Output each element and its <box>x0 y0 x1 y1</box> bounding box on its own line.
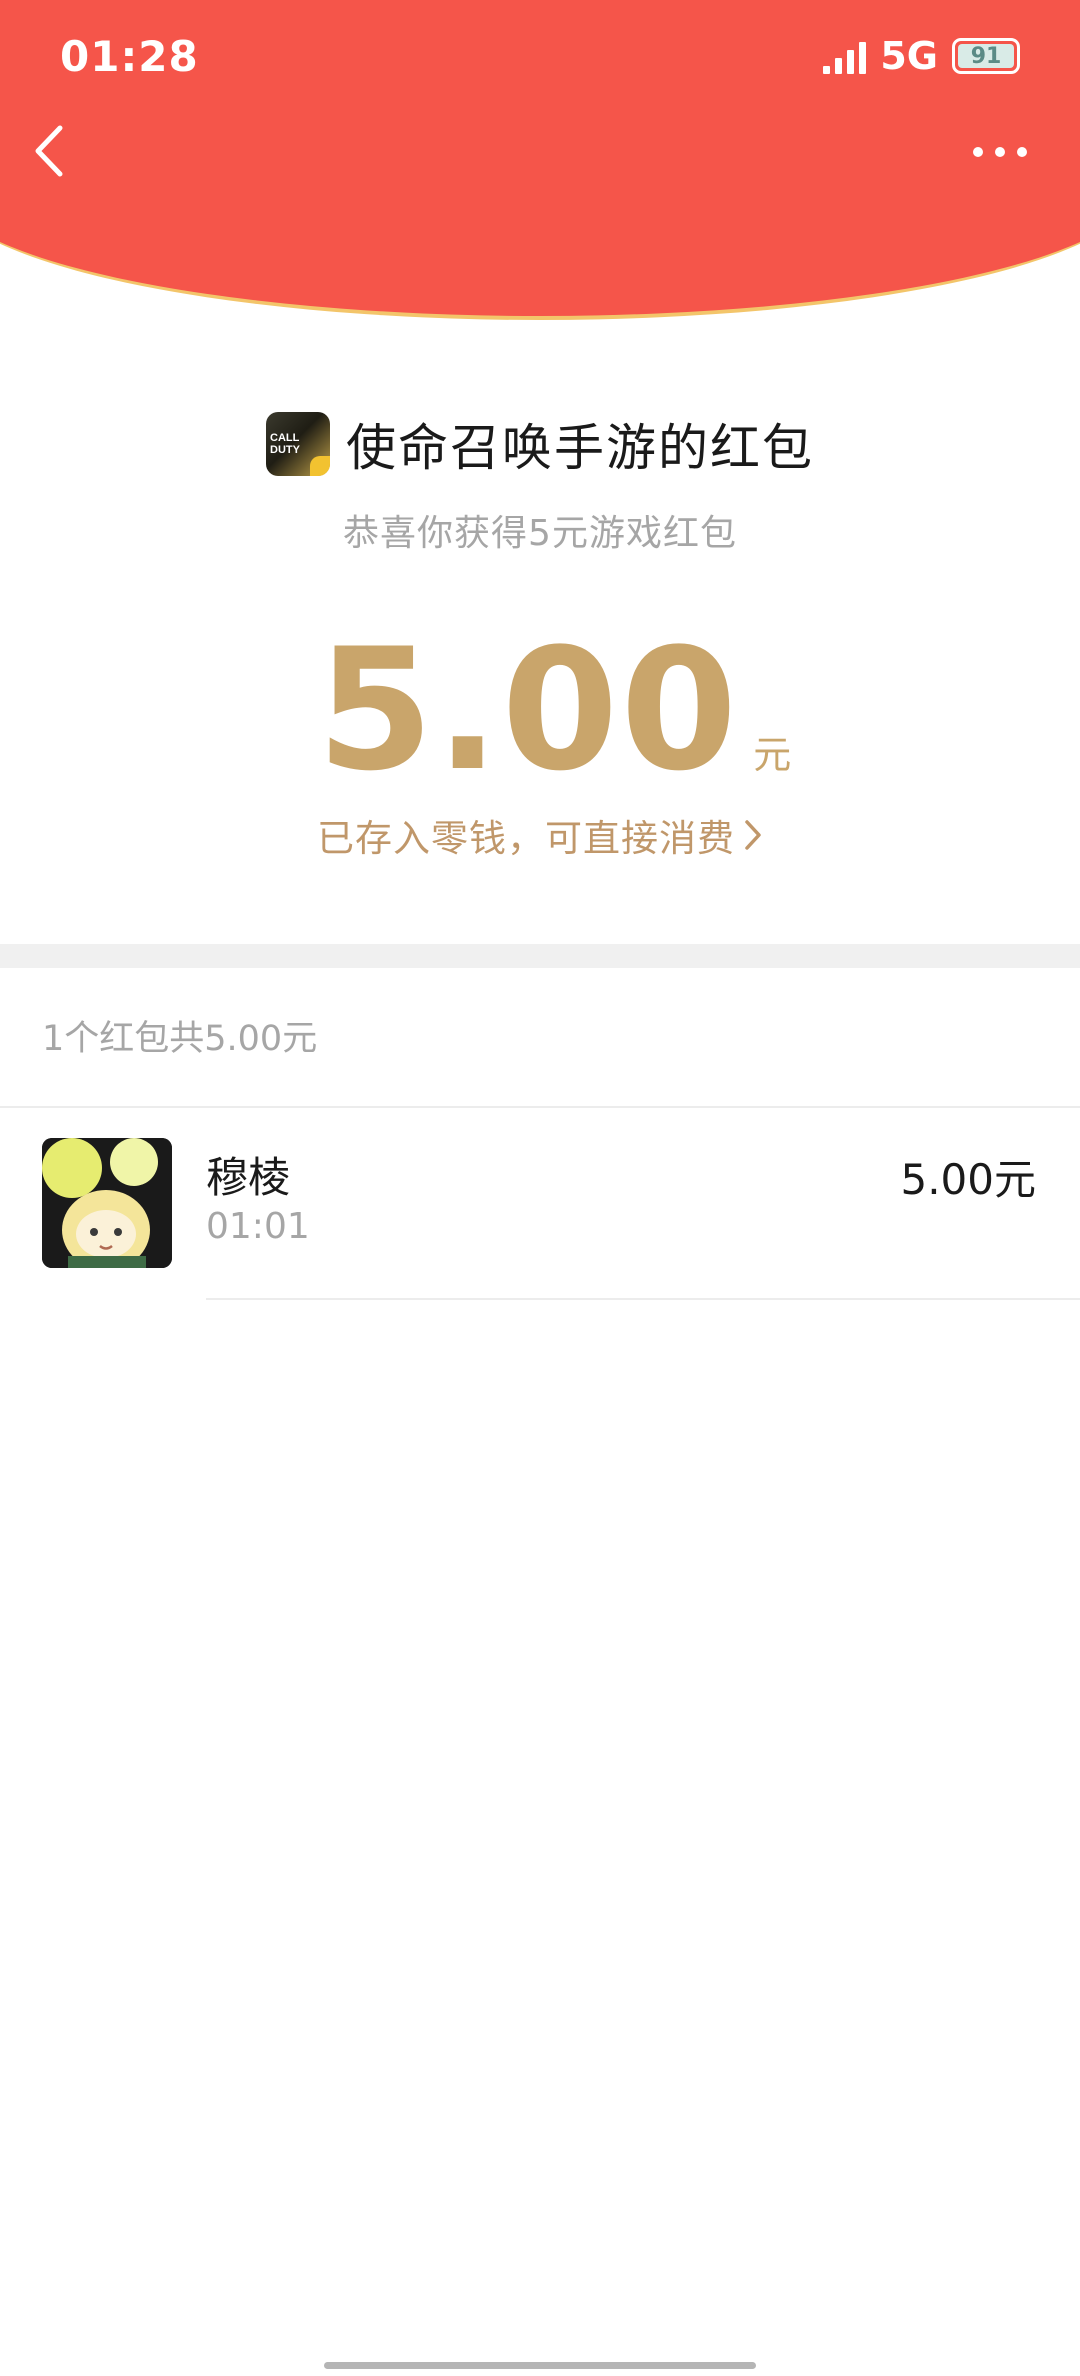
game-logo-icon: CALL DUTY <box>266 412 330 476</box>
record-amount: 5.00元 <box>900 1155 1036 1204</box>
section-divider <box>0 944 1080 968</box>
red-packet-detail-screen: 01:28 5G 91 CALL DUTY 使命召唤手游的红包 恭喜你获得5元游戏… <box>0 0 1080 2376</box>
record-name: 穆棱 <box>206 1153 291 1202</box>
wallet-link[interactable]: 已存入零钱，可直接消费 <box>0 808 1080 862</box>
record-divider <box>206 1298 1080 1300</box>
more-dots-icon[interactable] <box>970 132 1030 172</box>
chevron-right-icon <box>745 820 761 850</box>
list-item[interactable]: 穆棱 01:01 5.00元 <box>0 1108 1080 1300</box>
status-time: 01:28 <box>60 32 199 81</box>
status-indicators: 5G 91 <box>823 34 1020 78</box>
packet-subtitle: 恭喜你获得5元游戏红包 <box>343 513 737 554</box>
network-type: 5G <box>880 34 938 78</box>
chevron-left-icon[interactable] <box>30 118 70 184</box>
home-indicator[interactable] <box>324 2362 756 2369</box>
avatar <box>42 1138 172 1268</box>
record-time: 01:01 <box>206 1206 310 1247</box>
packet-summary: 1个红包共5.00元 <box>42 1019 318 1059</box>
avatar-illustration <box>42 1138 172 1268</box>
signal-icon <box>823 38 867 74</box>
battery-level: 91 <box>958 44 1014 69</box>
amount-value: 5.00 <box>316 612 740 808</box>
amount-display: 5.00 元 <box>0 612 1080 808</box>
amount-unit: 元 <box>753 733 792 777</box>
wallet-link-label: 已存入零钱，可直接消费 <box>317 817 735 860</box>
packet-title: 使命召唤手游的红包 <box>346 419 814 477</box>
battery-icon: 91 <box>952 38 1020 74</box>
packet-title-row: CALL DUTY 使命召唤手游的红包 <box>0 408 1080 480</box>
